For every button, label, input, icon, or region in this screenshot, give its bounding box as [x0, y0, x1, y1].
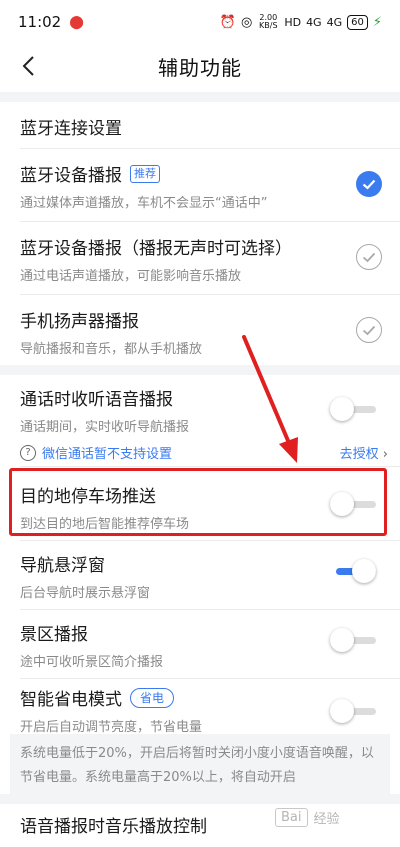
check-unselected-icon[interactable] — [356, 317, 382, 343]
call-broadcast-row: 通话时收听语音播报 通话期间，实时收听导航播报 — [0, 375, 400, 439]
music-control-row[interactable]: 语音播报时音乐播放控制 — [0, 804, 400, 847]
wechat-info: ? 微信通话暂不支持设置 — [20, 443, 172, 462]
option-subtitle: 导航播报和音乐，都从手机播放 — [20, 342, 203, 357]
option-phone-speaker[interactable]: 手机扬声器播报 导航播报和音乐，都从手机播放 — [0, 295, 400, 365]
signal-icon: 4G — [306, 15, 322, 29]
toggle-knob — [330, 397, 354, 421]
option-title: 手机扬声器播报 — [20, 312, 139, 332]
location-pin-icon: ⬤ — [69, 14, 84, 30]
checkmark-icon — [362, 252, 376, 262]
location-icon: ◎ — [240, 14, 253, 30]
option-title: 蓝牙设备播报 推荐 — [20, 161, 400, 186]
question-icon: ? — [20, 444, 36, 461]
back-button[interactable] — [12, 50, 44, 82]
toggle-knob — [330, 699, 354, 723]
clock: 11:02 — [18, 13, 62, 31]
status-left: 11:02 ⬤ — [18, 13, 84, 31]
section-gap — [0, 92, 400, 102]
wechat-info-text: 微信通话暂不支持设置 — [42, 447, 173, 462]
recommend-badge: 推荐 — [130, 164, 160, 183]
checkmark-icon — [362, 325, 376, 335]
watermark: Bai 经验 — [275, 808, 340, 827]
power-save-note: 系统电量低于20%，开启后将暂时关闭小度小度语音唤醒，以节省电量。系统电量高于2… — [10, 734, 390, 798]
authorize-link-text: 去授权 — [339, 447, 379, 462]
annotation-highlight-box — [9, 468, 387, 536]
watermark-box: Bai — [275, 808, 308, 827]
header: 辅助功能 — [0, 44, 400, 88]
divider — [20, 466, 400, 467]
option-bt-media[interactable]: 蓝牙设备播报 推荐 通过媒体声道播放，车机不会显示“通话中” — [0, 149, 400, 221]
signal-icon-2: 4G — [326, 15, 343, 29]
float-window-row: 导航悬浮窗 后台导航时展示悬浮窗 — [0, 541, 400, 609]
watermark-text: 经验 — [313, 812, 340, 827]
net-speed: 2.00 KB/S — [259, 13, 278, 30]
wechat-info-line: ? 微信通话暂不支持设置 去授权 › — [20, 443, 388, 462]
music-control-title: 语音播报时音乐播放控制 — [20, 817, 207, 837]
scenic-toggle[interactable] — [330, 626, 378, 654]
chevron-right-icon: › — [382, 447, 388, 462]
power-save-row: 智能省电模式 省电 开启后自动调节亮度，节省电量 — [0, 679, 400, 735]
section-gap — [0, 794, 400, 804]
power-save-toggle[interactable] — [330, 697, 378, 725]
power-save-title-text: 智能省电模式 — [20, 690, 122, 710]
check-unselected-icon[interactable] — [356, 244, 382, 270]
bt-settings-row[interactable]: 蓝牙连接设置 — [0, 102, 400, 148]
power-save-badge: 省电 — [130, 687, 175, 708]
page-title: 辅助功能 — [158, 55, 242, 80]
checkmark-icon — [362, 179, 376, 190]
charging-icon: ⚡ — [372, 14, 382, 30]
option-subtitle: 通过媒体声道播放，车机不会显示“通话中” — [20, 196, 268, 211]
toggle-knob — [330, 628, 354, 652]
option-title: 蓝牙设备播报（播报无声时可选择） — [20, 239, 292, 259]
hd-badge: HD — [284, 15, 302, 29]
section-gap — [0, 365, 400, 375]
chevron-left-icon — [22, 56, 34, 76]
option-subtitle: 通过电话声道播放，可能影响音乐播放 — [20, 269, 242, 284]
alarm-icon: ⏰ — [219, 14, 236, 30]
bt-settings-label: 蓝牙连接设置 — [20, 119, 122, 139]
option-bt-call[interactable]: 蓝牙设备播报（播报无声时可选择） 通过电话声道播放，可能影响音乐播放 — [0, 222, 400, 294]
authorize-link[interactable]: 去授权 › — [340, 443, 388, 462]
option-title-text: 蓝牙设备播报 — [20, 166, 122, 186]
toggle-knob — [352, 559, 376, 583]
status-bar: 11:02 ⬤ ⏰ ◎ 2.00 KB/S HD 4G 4G 60 ⚡ — [0, 0, 400, 44]
check-selected-icon[interactable] — [356, 171, 382, 197]
float-window-toggle[interactable] — [330, 557, 378, 585]
call-broadcast-toggle[interactable] — [330, 395, 378, 423]
battery-icon: 60 — [347, 14, 368, 30]
scenic-row: 景区播报 途中可收听景区简介播报 — [0, 610, 400, 678]
status-right: ⏰ ◎ 2.00 KB/S HD 4G 4G 60 ⚡ — [220, 14, 382, 30]
